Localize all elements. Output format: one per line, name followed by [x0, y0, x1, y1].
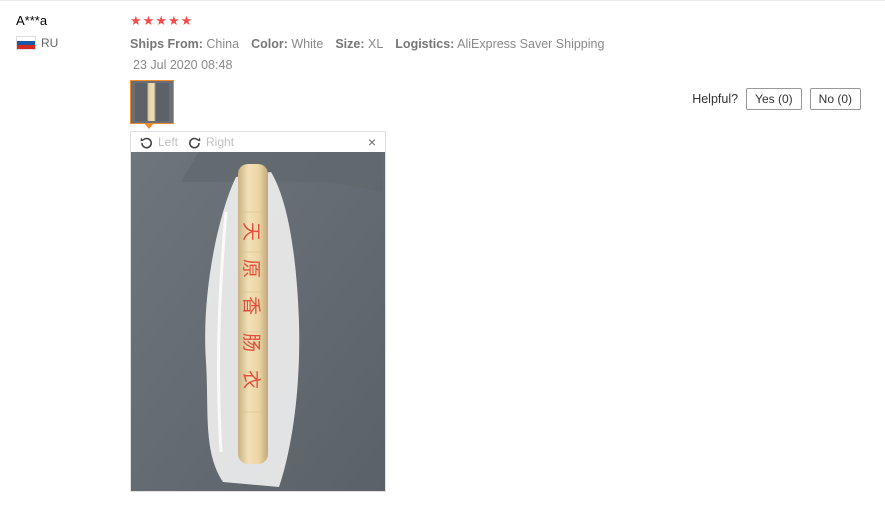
rotate-left-icon — [140, 137, 152, 148]
rotate-right-icon — [189, 137, 201, 148]
star-icon: ★ — [180, 13, 193, 28]
photo-toolbar: Left Right × — [131, 132, 385, 152]
thumbnail-image — [135, 83, 169, 121]
rotate-left-label: Left — [158, 135, 179, 149]
star-icon: ★ — [167, 13, 180, 28]
star-rating: ★ ★ ★ ★ ★ — [130, 13, 870, 29]
reviewer-info: A***a RU — [16, 13, 58, 50]
reviewer-country: RU — [16, 36, 58, 50]
review-photo-thumbnail[interactable] — [130, 80, 174, 124]
review-photo: 天 原 香 肠 衣 — [131, 152, 385, 491]
top-divider — [0, 0, 885, 1]
country-code: RU — [41, 36, 59, 50]
thumbnail-selected-indicator — [144, 123, 154, 129]
attr-color: Color: White — [251, 37, 324, 51]
attr-ships-from: Ships From: China — [130, 37, 240, 51]
review-date: 23 Jul 2020 08:48 — [133, 58, 233, 72]
close-icon[interactable]: × — [368, 134, 376, 150]
russia-flag-icon — [16, 36, 36, 50]
vote-no-button[interactable]: No (0) — [809, 88, 861, 110]
attr-size: Size: XL — [335, 37, 384, 51]
rotate-left-button[interactable]: Left — [140, 135, 178, 149]
photo-viewer: Left Right × 天 原 香 肠 衣 — [130, 131, 386, 492]
helpful-vote: Helpful? Yes (0) No (0) — [692, 88, 861, 110]
reviewer-name: A***a — [16, 13, 48, 28]
vote-yes-button[interactable]: Yes (0) — [746, 88, 802, 110]
rotate-right-button[interactable]: Right — [188, 135, 234, 149]
order-attributes: Ships From: China Color: White Size: XL … — [130, 37, 870, 51]
attr-logistics: Logistics: AliExpress Saver Shipping — [395, 37, 605, 51]
star-icon: ★ — [130, 13, 142, 28]
photo-image: 天 原 香 肠 衣 — [131, 152, 385, 491]
review-body: ★ ★ ★ ★ ★ Ships From: China Color: White… — [130, 13, 870, 72]
star-icon: ★ — [142, 13, 155, 28]
rotate-right-label: Right — [206, 135, 235, 149]
star-icon: ★ — [155, 13, 167, 28]
helpful-label: Helpful? — [692, 92, 739, 106]
photo-printed-text: 天 原 香 肠 衣 — [240, 222, 262, 395]
